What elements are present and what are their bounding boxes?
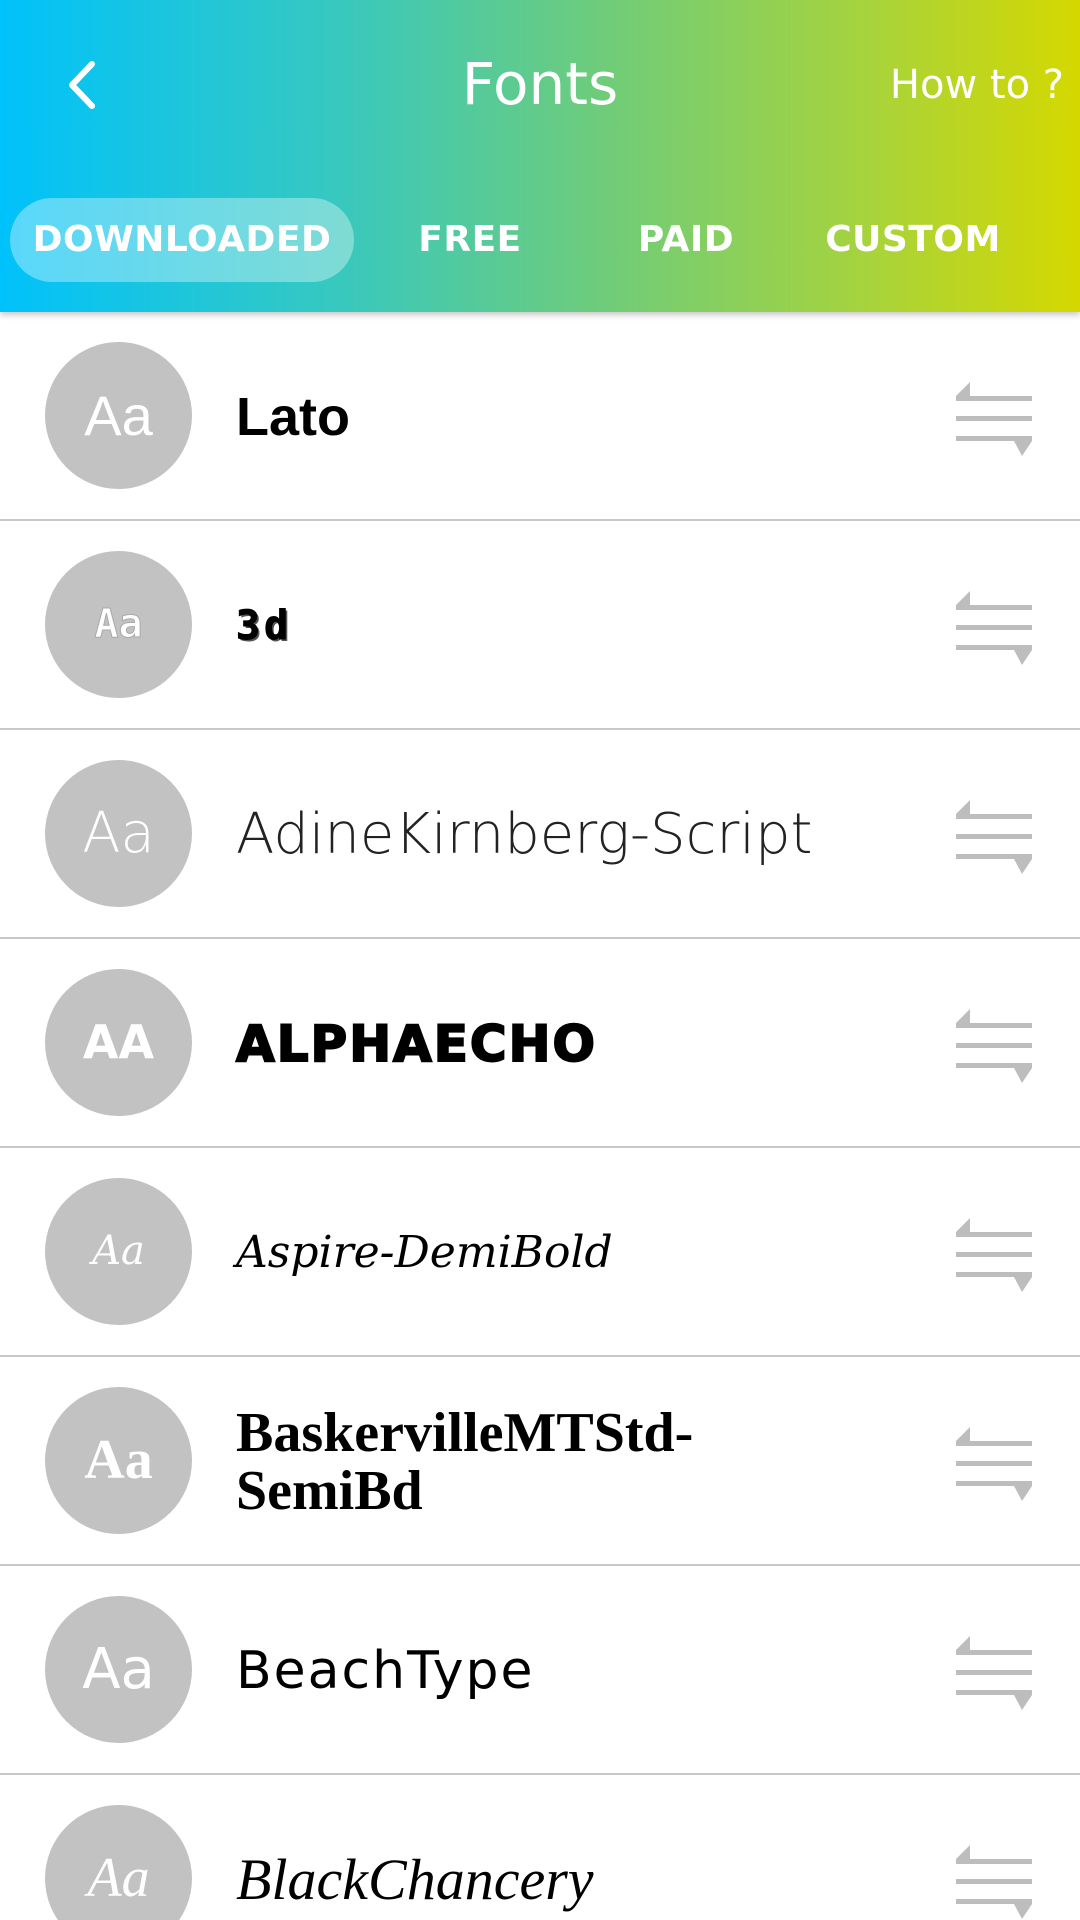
font-name: 3d xyxy=(236,602,293,649)
font-name: AdineKirnberg-Script xyxy=(236,801,813,867)
chevron-left-icon xyxy=(69,61,95,109)
reorder-handle[interactable] xyxy=(952,1636,1032,1712)
reorder-icon xyxy=(956,1427,1032,1501)
font-preview-avatar: Aa xyxy=(45,1596,192,1743)
font-list-item[interactable]: Aa Lato xyxy=(0,312,1080,521)
font-list-item[interactable]: Aa BlackChancery xyxy=(0,1775,1080,1920)
font-preview-avatar: Aa xyxy=(45,760,192,907)
reorder-icon xyxy=(956,382,1032,456)
font-list-item[interactable]: Aa AdineKirnberg-Script xyxy=(0,730,1080,939)
font-name: Aspire-DemiBold xyxy=(236,1226,613,1278)
reorder-handle[interactable] xyxy=(952,1218,1032,1294)
font-name: ALPHAECHO xyxy=(235,1014,597,1074)
tab-free[interactable]: FREE xyxy=(380,198,560,282)
reorder-handle[interactable] xyxy=(952,1009,1032,1085)
font-name: Lato xyxy=(236,386,350,447)
font-list-item[interactable]: Aa BaskervilleMTStd-SemiBd xyxy=(0,1357,1080,1566)
back-button[interactable] xyxy=(48,50,118,120)
reorder-icon xyxy=(956,591,1032,665)
reorder-handle[interactable] xyxy=(952,800,1032,876)
tab-custom[interactable]: CUSTOM xyxy=(800,198,1026,282)
reorder-handle[interactable] xyxy=(952,591,1032,667)
font-list: Aa Lato Aa 3d Aa AdineKirnberg-Script AA… xyxy=(0,312,1080,1920)
font-list-item[interactable]: Aa 3d xyxy=(0,521,1080,730)
font-name: BaskervilleMTStd-SemiBd xyxy=(236,1401,694,1522)
font-preview-avatar: AA xyxy=(45,969,192,1116)
how-to-link[interactable]: How to ? xyxy=(890,60,1064,110)
font-list-item[interactable]: AA ALPHAECHO xyxy=(0,939,1080,1148)
app-header: Fonts How to ? DOWNLOADED FREE PAID CUST… xyxy=(0,0,1080,312)
font-list-item[interactable]: Aa Aspire-DemiBold xyxy=(0,1148,1080,1357)
tab-paid[interactable]: PAID xyxy=(596,198,776,282)
reorder-icon xyxy=(956,800,1032,874)
reorder-icon xyxy=(956,1009,1032,1083)
font-preview-avatar: Aa xyxy=(45,1178,192,1325)
font-name: BeachType xyxy=(236,1640,535,1701)
font-preview-avatar: Aa xyxy=(45,342,192,489)
reorder-handle[interactable] xyxy=(952,1427,1032,1503)
font-list-item[interactable]: Aa BeachType xyxy=(0,1566,1080,1775)
font-preview-avatar: Aa xyxy=(45,551,192,698)
reorder-icon xyxy=(956,1636,1032,1710)
reorder-handle[interactable] xyxy=(952,1845,1032,1920)
font-name: BlackChancery xyxy=(236,1846,594,1912)
tab-bar: DOWNLOADED FREE PAID CUSTOM xyxy=(0,198,1080,282)
reorder-icon xyxy=(956,1218,1032,1292)
font-preview-avatar: Aa xyxy=(45,1805,192,1920)
font-preview-avatar: Aa xyxy=(45,1387,192,1534)
tab-downloaded[interactable]: DOWNLOADED xyxy=(10,198,354,282)
reorder-icon xyxy=(956,1845,1032,1919)
reorder-handle[interactable] xyxy=(952,382,1032,458)
